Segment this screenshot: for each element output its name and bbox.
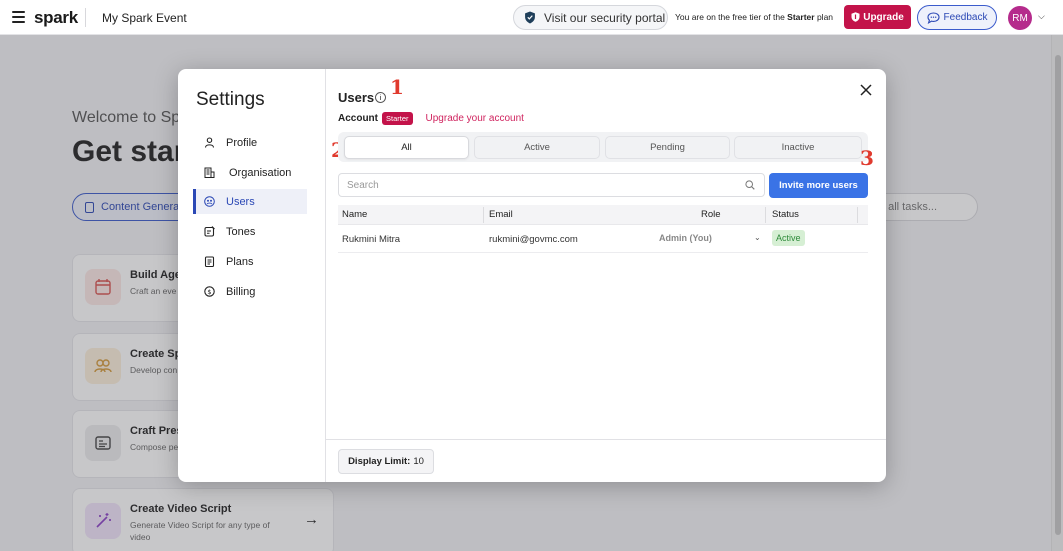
table-header: Name Email Role Status [338, 205, 868, 225]
security-portal-button[interactable]: Visit our security portal [513, 5, 668, 30]
hamburger-menu-icon[interactable] [12, 11, 25, 23]
plan-badge: Starter [382, 112, 413, 125]
shield-icon [851, 12, 860, 22]
plans-icon [204, 256, 215, 267]
display-limit-value: 10 [413, 456, 424, 467]
sidebar-item-label: Tones [226, 225, 256, 238]
person-icon [204, 137, 215, 148]
sidebar-item-label: Organisation [229, 166, 292, 179]
tab-pending[interactable]: Pending [605, 136, 730, 159]
role-select[interactable]: Admin (You) [659, 233, 712, 243]
svg-text:$: $ [207, 288, 211, 296]
chevron-down-icon[interactable]: ⌄ [754, 233, 761, 242]
users-table: Name Email Role Status Rukmini Mitra ruk… [338, 205, 868, 253]
annotation-marker: 1 [390, 75, 404, 99]
sidebar-item-label: Billing [226, 285, 256, 298]
tab-all[interactable]: All [344, 136, 469, 159]
tier-prefix: You are on the free tier of the [675, 12, 785, 22]
users-icon [204, 196, 215, 207]
search-placeholder: Search [347, 179, 379, 191]
display-limit-label: Display Limit: [348, 456, 411, 467]
sidebar-item-profile[interactable]: Profile [193, 130, 307, 155]
info-icon[interactable]: i [375, 92, 387, 103]
top-bar: spark My Spark Event Visit our security … [0, 0, 1063, 35]
sidebar-item-label: Profile [226, 136, 258, 149]
settings-title: Settings [196, 89, 265, 110]
user-email: rukmini@govmc.com [489, 234, 578, 245]
tab-inactive[interactable]: Inactive [734, 136, 862, 159]
shield-icon [525, 11, 535, 24]
feedback-label: Feedback [943, 12, 988, 23]
column-header-status[interactable]: Status [772, 209, 799, 220]
status-badge: Active [772, 230, 805, 246]
upgrade-label: Upgrade [863, 11, 904, 23]
table-row[interactable]: Rukmini Mitra rukmini@govmc.com Admin (Y… [338, 225, 868, 253]
column-header-name[interactable]: Name [342, 209, 367, 220]
sidebar-item-billing[interactable]: $ Billing [193, 279, 307, 304]
spark-logo[interactable]: spark [34, 8, 78, 28]
sidebar-item-tones[interactable]: Tones [193, 219, 307, 244]
avatar[interactable]: RM [1008, 6, 1032, 30]
search-icon [745, 180, 755, 190]
upgrade-account-link[interactable]: Upgrade your account [426, 113, 524, 124]
tier-name: Starter [787, 12, 815, 22]
sidebar-item-plans[interactable]: Plans [193, 249, 307, 274]
column-header-role[interactable]: Role [701, 209, 721, 220]
user-search-input[interactable]: Search [338, 173, 765, 197]
chevron-down-icon[interactable]: ⌵ [1038, 11, 1045, 22]
invite-users-button[interactable]: Invite more users [769, 173, 868, 198]
close-icon[interactable] [858, 82, 874, 98]
building-icon [204, 167, 215, 178]
column-divider [857, 207, 858, 223]
chat-bubble-icon [926, 11, 940, 24]
upgrade-button[interactable]: Upgrade [844, 5, 911, 29]
tones-icon [204, 226, 215, 237]
tab-active[interactable]: Active [474, 136, 600, 159]
account-label: Account [338, 113, 378, 124]
tier-suffix: plan [816, 12, 834, 22]
tier-info: You are on the free tier of the Starter … [675, 12, 833, 22]
sidebar-item-label: Users [226, 195, 255, 208]
user-filter-tabs: All Active Pending Inactive [338, 132, 868, 162]
users-title: Users [338, 90, 375, 105]
settings-sidebar: Settings Profile Organisation Users Tone… [178, 69, 326, 482]
header-divider [85, 8, 86, 27]
annotation-marker: 3 [860, 146, 874, 170]
event-title[interactable]: My Spark Event [102, 11, 187, 25]
billing-icon: $ [204, 286, 215, 297]
user-name: Rukmini Mitra [342, 234, 401, 245]
users-heading: Users i [338, 90, 387, 105]
modal-footer: Display Limit: 10 [326, 439, 886, 482]
settings-modal: Settings Profile Organisation Users Tone… [178, 69, 886, 482]
feedback-button[interactable]: Feedback [917, 5, 997, 30]
column-divider [483, 207, 484, 223]
column-divider [765, 207, 766, 223]
sidebar-item-organisation[interactable]: Organisation [193, 160, 307, 185]
security-portal-label: Visit our security portal [544, 10, 666, 25]
sidebar-item-label: Plans [226, 255, 254, 268]
account-row: Account Starter Upgrade your account [338, 112, 524, 125]
display-limit-control[interactable]: Display Limit: 10 [338, 449, 434, 474]
sidebar-item-users[interactable]: Users [193, 189, 307, 214]
column-header-email[interactable]: Email [489, 209, 513, 220]
users-panel: Users i 1 Account Starter Upgrade your a… [326, 69, 886, 482]
